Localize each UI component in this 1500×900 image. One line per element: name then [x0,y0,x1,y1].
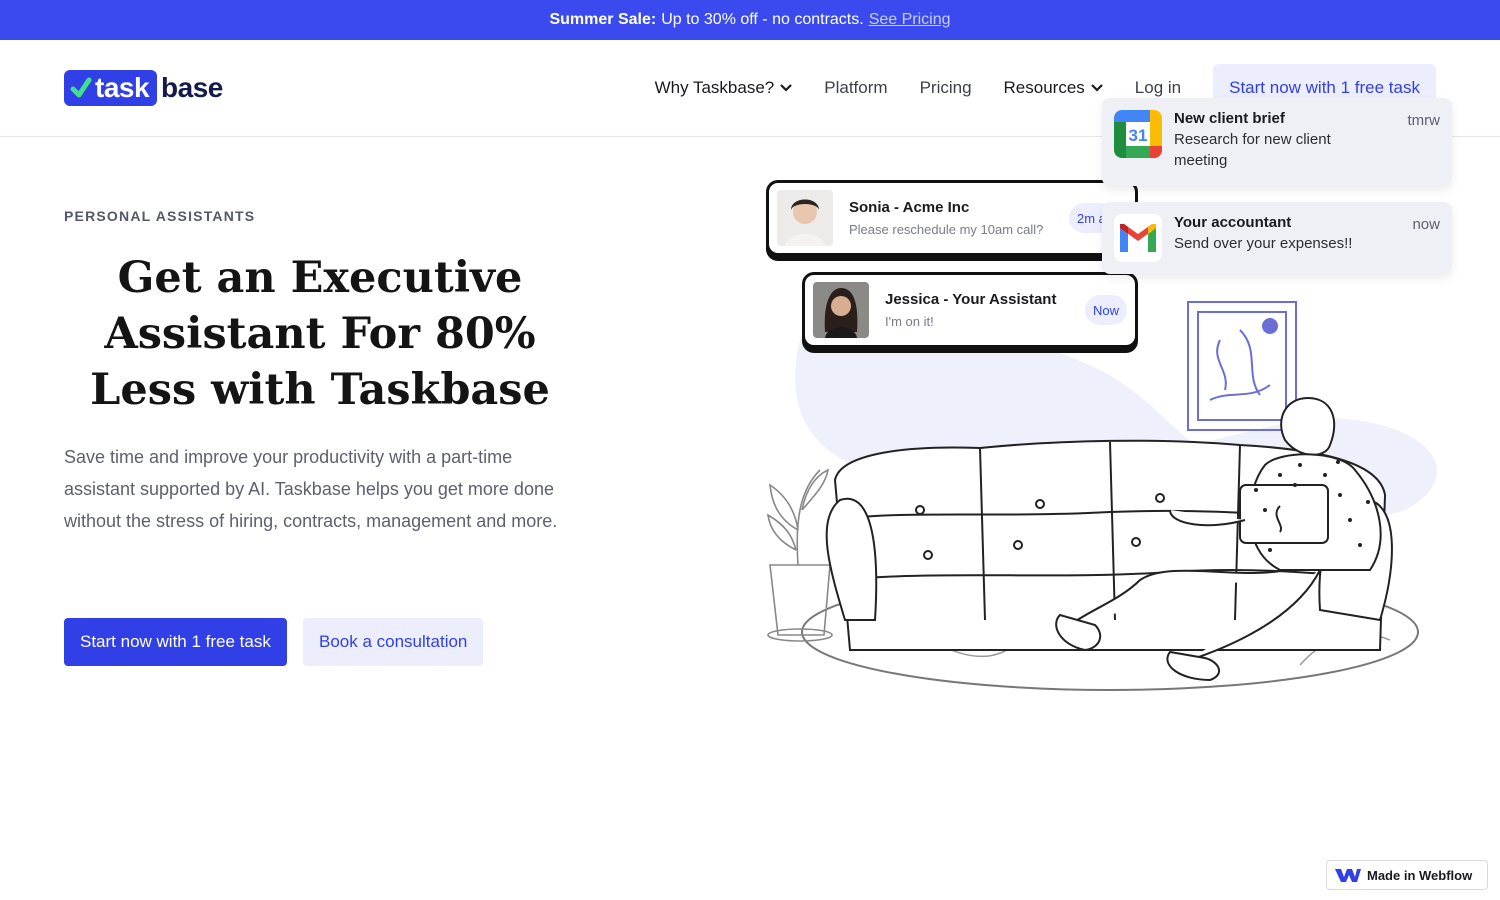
chat-message: I'm on it! [885,314,934,329]
chevron-down-icon [1091,84,1103,92]
notification-title: New client brief [1174,110,1285,127]
nav-label: Pricing [919,78,972,97]
nav-label: Log in [1134,78,1182,97]
logo-text-task: task [95,72,150,103]
calendar-date: 31 [1129,126,1148,145]
chat-name: Jessica - Your Assistant [885,291,1057,308]
promo-text: Up to 30% off - no contracts. [661,11,864,28]
chat-card-jessica: Jessica - Your Assistant I'm on it! Now [802,272,1138,348]
promo-bar: Summer Sale: Up to 30% off - no contract… [0,0,1500,40]
promo-strong: Summer Sale: [549,11,657,28]
chevron-down-icon [780,84,793,92]
logo-pill: task [64,70,158,106]
notification-gmail: Your accountant Send over your expenses!… [1102,202,1452,274]
taskbase-logo[interactable]: task base [64,70,223,106]
chat-card-sonia: Sonia - Acme Inc Please reschedule my 10… [766,180,1138,256]
chat-message: Please reschedule my 10am call? [849,222,1044,237]
nav-label: Resources [1003,78,1085,97]
chat-name: Sonia - Acme Inc [849,199,970,216]
notification-time: tmrw [1407,112,1441,129]
logo-text-base: base [161,72,223,103]
gmail-icon [1114,214,1162,262]
made-in-webflow-badge[interactable]: Made in Webflow [1326,860,1488,890]
plant [766,468,833,642]
start-free-task-button[interactable]: Start now with 1 free task [64,618,287,666]
notification-body: Send over your expenses!! [1174,235,1353,252]
wall-frame [1187,301,1297,431]
nav-pricing[interactable]: Pricing [920,78,972,98]
hero-copy: Save time and improve your productivity … [64,447,558,531]
hero-title: Get an Executive Assistant For 80% Less … [90,253,550,415]
nav-resources[interactable]: Resources [1004,78,1103,98]
notification-calendar: 31 New client brief Research for new cli… [1102,98,1452,186]
nav-login[interactable]: Log in [1135,78,1181,98]
nav-why-taskbase[interactable]: Why Taskbase? [655,78,793,98]
google-calendar-icon: 31 [1114,110,1162,158]
book-consultation-button[interactable]: Book a consultation [303,618,484,666]
notification-time: now [1412,216,1440,233]
badge-label: Made in Webflow [1367,867,1473,883]
notification-title: Your accountant [1174,214,1292,231]
nav-label: Platform [824,78,888,97]
notification-body: Research for new client meeting [1174,131,1331,169]
webflow-icon [1335,869,1361,882]
see-pricing-link[interactable]: See Pricing [869,11,951,29]
nav-label: Why Taskbase? [654,78,775,97]
nav-platform[interactable]: Platform [824,78,887,98]
avatar [777,190,833,246]
check-icon [70,77,92,98]
chat-time-badge: Now [1084,295,1127,325]
hero-eyebrow: PERSONAL ASSISTANTS [64,208,256,224]
avatar [813,282,869,338]
